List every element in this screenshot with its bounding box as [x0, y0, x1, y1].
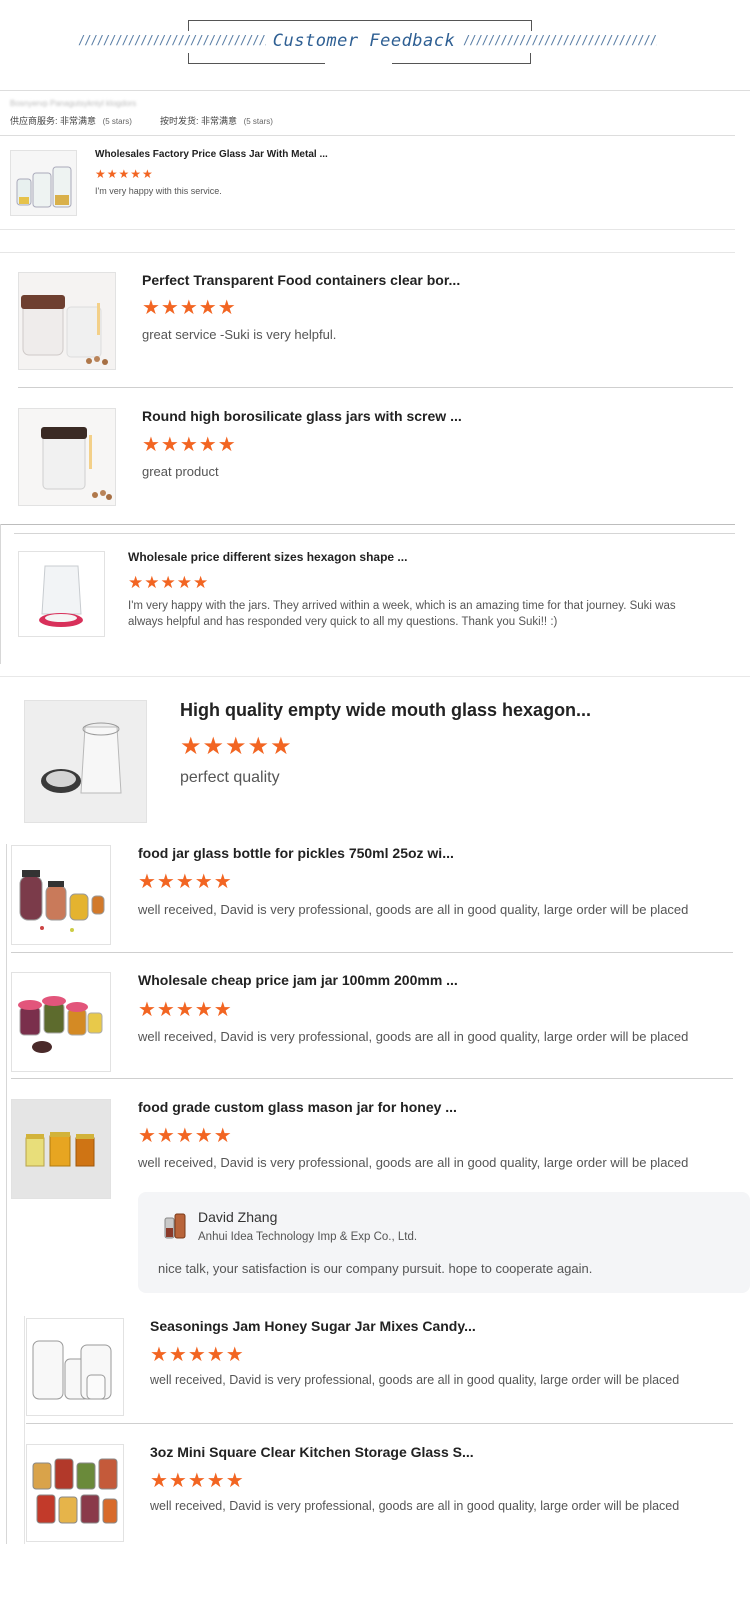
product-thumbnail[interactable]: [24, 700, 147, 823]
divider: [11, 1078, 733, 1079]
product-title[interactable]: food grade custom glass mason jar for ho…: [138, 1099, 457, 1115]
review-text: well received, David is very professiona…: [138, 1029, 689, 1044]
on-time-label: 按时发货:: [160, 116, 199, 126]
card-border: [0, 524, 1, 664]
divider: [14, 533, 735, 534]
header-slashes-right: ////////////////////////////////////: [463, 33, 657, 47]
review-text: I'm very happy with the jars. They arriv…: [128, 600, 676, 628]
supplier-service-value: 非常满意: [60, 116, 97, 126]
seller-avatar: [162, 1210, 188, 1244]
storage-jars-image: [27, 1445, 123, 1541]
header-frame-bottom-left: [188, 53, 325, 64]
divider: [0, 90, 750, 91]
review-text: well received, David is very professiona…: [150, 1373, 680, 1387]
blurred-buyer-name: Bosnyervp Panagutsykniyl klogdors: [10, 99, 137, 108]
honey-jars-image: [12, 1100, 110, 1198]
header-frame-bottom-right: [392, 53, 531, 64]
product-title[interactable]: Wholesale price different sizes hexagon …: [128, 550, 407, 564]
on-time-value: 非常满意: [201, 116, 238, 126]
product-title[interactable]: 3oz Mini Square Clear Kitchen Storage Gl…: [150, 1444, 474, 1460]
clamp-jars-image: [27, 1319, 123, 1415]
product-thumbnail[interactable]: [18, 408, 116, 506]
divider: [0, 252, 735, 253]
product-thumbnail[interactable]: [26, 1318, 124, 1416]
divider: [0, 524, 735, 525]
product-title[interactable]: Wholesales Factory Price Glass Jar With …: [95, 149, 328, 160]
product-thumbnail[interactable]: [18, 551, 105, 637]
star-rating: ★★★★★: [142, 434, 237, 456]
review-text: great service -Suki is very helpful.: [142, 327, 337, 342]
seller-name: David Zhang: [198, 1209, 278, 1225]
product-title[interactable]: Perfect Transparent Food containers clea…: [142, 272, 460, 288]
section-border: [6, 844, 7, 1544]
review-text: perfect quality: [180, 769, 280, 786]
review-text: great product: [142, 464, 219, 479]
wide-mouth-jar-image: [25, 701, 146, 822]
product-title[interactable]: food jar glass bottle for pickles 750ml …: [138, 845, 454, 861]
star-rating: ★★★★★: [138, 1125, 233, 1147]
product-title[interactable]: Wholesale cheap price jam jar 100mm 200m…: [138, 972, 458, 988]
supplier-service-label: 供应商服务:: [10, 116, 58, 126]
divider: [18, 387, 733, 388]
product-thumbnail[interactable]: [11, 1099, 111, 1199]
product-title[interactable]: Round high borosilicate glass jars with …: [142, 408, 462, 424]
jam-jars-image: [12, 973, 110, 1071]
product-thumbnail[interactable]: [10, 150, 77, 216]
glass-jars-image: [11, 151, 76, 215]
product-title[interactable]: Seasonings Jam Honey Sugar Jar Mixes Can…: [150, 1318, 476, 1334]
review-text: well received, David is very professiona…: [138, 902, 689, 917]
star-rating: ★★★★★: [95, 167, 154, 181]
review-text: well received, David is very professiona…: [150, 1499, 680, 1513]
star-rating: ★★★★★: [142, 297, 237, 319]
glass-container-image: [19, 273, 115, 369]
seller-company: Anhui Idea Technology Imp & Exp Co., Ltd…: [198, 1231, 418, 1243]
header-slashes-left: ///////////////////////////////////: [78, 33, 266, 47]
product-thumbnail[interactable]: [11, 972, 111, 1072]
star-rating: ★★★★★: [138, 871, 233, 893]
star-rating: ★★★★★: [150, 1344, 245, 1366]
supplier-service-stars: (5 stars): [102, 117, 132, 126]
divider: [0, 229, 735, 230]
divider: [0, 135, 735, 136]
product-thumbnail[interactable]: [18, 272, 116, 370]
divider: [11, 952, 733, 953]
on-time-rating: 按时发货: 非常满意 (5 stars): [160, 114, 273, 127]
product-thumbnail[interactable]: [11, 845, 111, 945]
star-rating: ★★★★★: [128, 573, 210, 592]
supplier-service-rating: 供应商服务: 非常满意 (5 stars): [10, 114, 132, 127]
star-rating: ★★★★★: [138, 999, 233, 1021]
borosilicate-jar-image: [19, 409, 115, 505]
product-thumbnail[interactable]: [26, 1444, 124, 1542]
review-text: well received, David is very professiona…: [138, 1155, 689, 1170]
divider: [0, 676, 750, 677]
card-border: [24, 1316, 25, 1544]
hexagon-jar-image: [19, 552, 104, 636]
review-text: I'm very happy with this service.: [95, 186, 222, 196]
on-time-stars: (5 stars): [243, 117, 273, 126]
star-rating: ★★★★★: [180, 733, 293, 760]
page-title: Customer Feedback: [272, 31, 456, 51]
star-rating: ★★★★★: [150, 1470, 245, 1492]
divider: [26, 1423, 733, 1424]
product-title[interactable]: High quality empty wide mouth glass hexa…: [180, 700, 591, 721]
header-frame-top: [188, 20, 532, 31]
pickle-jars-image: [12, 846, 110, 944]
seller-reply-text: nice talk, your satisfaction is our comp…: [158, 1261, 593, 1276]
